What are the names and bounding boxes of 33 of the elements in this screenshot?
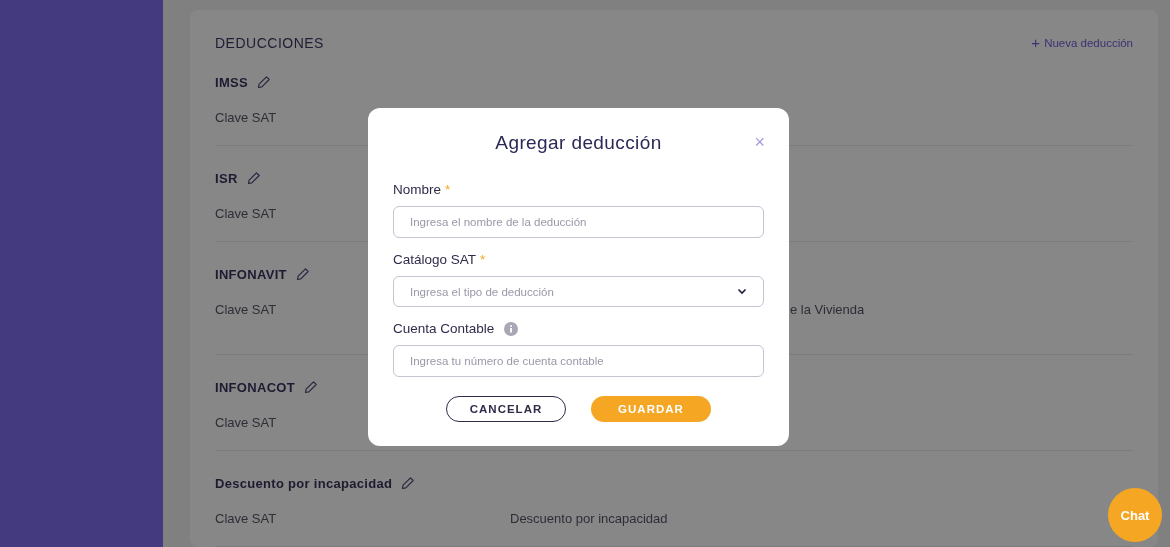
section-title: DEDUCCIONES [215,34,324,53]
select-field[interactable]: Ingresa el tipo de deducción [393,276,764,307]
deduction-name: INFONAVIT [215,266,287,282]
required-mark: * [445,181,451,199]
pencil-icon[interactable] [295,267,310,281]
deduction-name: Descuento por incapacidad [215,475,393,491]
field-label: Clave SAT [215,510,278,526]
chevron-down-icon[interactable] [737,288,747,295]
field-label: Catálogo SAT [393,251,477,269]
pencil-icon[interactable] [304,380,318,394]
deduction-name: INFONACOT [215,379,295,395]
info-icon[interactable] [504,322,519,336]
field-value: Descuento por incapacidad [510,510,668,526]
cancel-button[interactable]: CANCELAR [446,396,566,422]
deduction-name: ISR [215,170,238,186]
field-label: Nombre [393,181,441,199]
pencil-icon[interactable] [401,476,416,490]
field-label: Clave SAT [215,109,278,125]
required-mark: * [480,251,486,269]
field-label: Clave SAT [215,301,278,317]
field-label: Clave SAT [215,205,278,221]
deduction-name: IMSS [215,74,248,90]
input-field[interactable]: Ingresa tu número de cuenta contable [393,345,764,377]
pencil-icon[interactable] [257,75,271,89]
save-button[interactable]: GUARDAR [591,396,711,422]
input-field[interactable]: Ingresa el nombre de la deducción [393,206,764,238]
close-button[interactable]: × [754,133,765,151]
pencil-icon[interactable] [246,171,261,185]
field-label: Cuenta Contable [393,320,495,338]
new-deduction-link[interactable]: + Nueva deducción [1031,33,1133,53]
field-value: e la Vivienda [790,301,865,317]
dialog-title: Agregar deducción [495,132,662,154]
field-label: Clave SAT [215,414,278,430]
